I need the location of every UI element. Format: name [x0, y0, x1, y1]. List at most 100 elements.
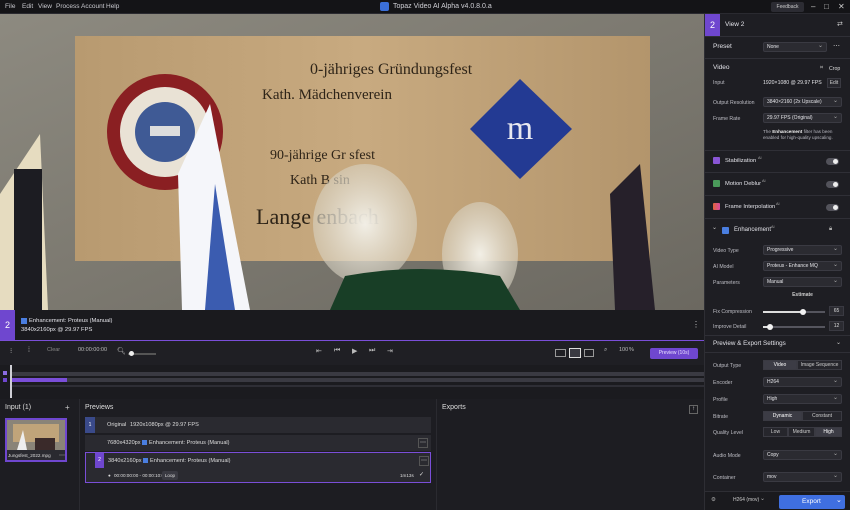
- collapse-export-icon[interactable]: ⌄: [836, 339, 841, 346]
- app-logo-icon: [380, 2, 389, 11]
- preview-row-2-menu-icon[interactable]: ⋯: [419, 456, 429, 466]
- preset-label: Preset: [713, 43, 732, 50]
- improve-detail-knob[interactable]: [767, 324, 774, 330]
- feedback-button[interactable]: Feedback: [771, 2, 804, 12]
- lock-icon[interactable]: 🔒︎: [829, 226, 832, 233]
- export-chevron-icon[interactable]: ⌄: [836, 496, 842, 504]
- go-to-end-icon[interactable]: ⇥: [387, 347, 393, 355]
- input-thumbnail[interactable]: Jungsfest_2022.mpg ⋯: [5, 418, 67, 462]
- stabilization-toggle[interactable]: [826, 158, 839, 165]
- zoom-icon[interactable]: 🔍︎: [117, 347, 126, 355]
- in-marker[interactable]: [3, 371, 7, 375]
- previous-frame-icon[interactable]: ⏮: [334, 347, 340, 355]
- mark-out-icon[interactable]: ⁞: [28, 347, 30, 354]
- original-row[interactable]: 1 Original 1920x1080px @ 29.97 FPS: [85, 417, 431, 433]
- audio-mode-select[interactable]: Copy: [763, 450, 842, 460]
- profile-select[interactable]: High: [763, 394, 842, 404]
- preview-row-2-res: 3840x2160px: [108, 458, 142, 464]
- encoder-label: Encoder: [713, 380, 733, 386]
- fix-compression-slider[interactable]: [763, 309, 825, 315]
- single-view-icon[interactable]: [569, 348, 581, 358]
- split-view-icon[interactable]: [555, 349, 566, 357]
- timeline-track[interactable]: [10, 378, 704, 382]
- divider: [705, 36, 850, 37]
- export-upload-icon[interactable]: ↑: [689, 405, 698, 414]
- note-bold: Enhancement: [772, 129, 803, 134]
- edit-input-button[interactable]: Edit: [827, 78, 841, 88]
- close-icon[interactable]: ✕: [838, 2, 845, 11]
- menu-file[interactable]: File: [5, 3, 15, 10]
- container-select[interactable]: mov: [763, 472, 842, 482]
- motion-deblur-toggle[interactable]: [826, 181, 839, 188]
- preview-button[interactable]: Preview (10s): [650, 348, 698, 359]
- ai-model-select[interactable]: Proteus - Enhance MQ: [763, 261, 842, 271]
- next-frame-icon[interactable]: ⏭: [369, 347, 375, 355]
- original-res: 1920x1080px @ 29.97 FPS: [130, 422, 199, 428]
- swap-view-icon[interactable]: ⇄: [837, 20, 843, 28]
- crop-button[interactable]: Crop: [829, 66, 840, 72]
- preset-select[interactable]: None: [763, 42, 827, 52]
- encoder-select[interactable]: H264: [763, 377, 842, 387]
- bitrate-dynamic[interactable]: Dynamic: [763, 411, 802, 421]
- preview-row-1-model: Enhancement: Proteus (Manual): [149, 440, 230, 446]
- zoom-value[interactable]: 100: [619, 347, 628, 353]
- menu-view[interactable]: View: [38, 3, 52, 10]
- maximize-icon[interactable]: □: [824, 2, 829, 11]
- input-menu-icon[interactable]: ⋯: [59, 452, 65, 459]
- loop-button[interactable]: Loop: [162, 471, 178, 480]
- mark-in-icon[interactable]: ⁝: [10, 347, 12, 355]
- improve-detail-value[interactable]: 12: [829, 321, 844, 331]
- quality-low[interactable]: Low: [763, 427, 788, 437]
- side-by-side-icon[interactable]: [584, 349, 594, 357]
- playhead[interactable]: [10, 365, 12, 398]
- fix-compression-label: Fix Compression: [713, 309, 752, 315]
- collapse-enhancement-icon[interactable]: ⌄: [712, 224, 717, 231]
- timeline-track-top[interactable]: [10, 372, 704, 376]
- fix-compression-knob[interactable]: [800, 309, 807, 315]
- output-resolution-select[interactable]: 3840×2160 (2x Upscale): [763, 97, 842, 107]
- menu-process[interactable]: Process: [56, 3, 79, 10]
- play-icon[interactable]: ▶: [352, 347, 357, 355]
- parameters-select[interactable]: Manual: [763, 277, 842, 287]
- improve-detail-slider[interactable]: [763, 324, 825, 330]
- timeline[interactable]: [0, 365, 704, 398]
- preview-row-1-res: 7680x4320px: [107, 440, 141, 446]
- estimate-button[interactable]: Estimate: [763, 290, 842, 300]
- preview-export-title: Preview & Export Settings: [713, 340, 786, 347]
- video-type-select[interactable]: Progressive: [763, 245, 842, 255]
- preview-row-1[interactable]: 7680x4320px Enhancement: Proteus (Manual…: [85, 435, 431, 451]
- fix-compression-value[interactable]: 65: [829, 306, 844, 316]
- preset-menu-icon[interactable]: ⋯: [833, 42, 840, 50]
- menu-edit[interactable]: Edit: [22, 3, 33, 10]
- export-bar: ⚙ H264 (mov) ⌄ Export ⌄: [705, 491, 850, 510]
- preview-row-1-menu-icon[interactable]: ⋯: [418, 438, 428, 448]
- bitrate-constant[interactable]: Constant: [802, 411, 842, 421]
- output-type-image-sequence[interactable]: Image Sequence: [797, 360, 842, 370]
- video-preview[interactable]: m 0-jähriges Gründungsfest Kath. Mädchen…: [0, 14, 704, 310]
- add-input-icon[interactable]: +: [65, 403, 70, 412]
- export-format-chevron-icon[interactable]: ⌄: [760, 495, 765, 502]
- frame-interpolation-toggle[interactable]: [826, 204, 839, 211]
- quality-high[interactable]: High: [815, 427, 842, 437]
- menu-help[interactable]: Help: [106, 3, 119, 10]
- more-options-icon[interactable]: ⋮: [692, 320, 700, 329]
- timeline-zoom-knob[interactable]: [129, 351, 134, 356]
- timecode[interactable]: 00:00:00:00: [78, 347, 107, 353]
- preview-row-2-number: 2: [95, 453, 104, 468]
- output-type-video[interactable]: Video: [763, 360, 797, 370]
- export-button[interactable]: Export ⌄: [779, 495, 845, 509]
- timeline-zoom-slider[interactable]: [128, 351, 156, 356]
- enhancement-note: The Enhancement filter has been enabled …: [763, 129, 847, 141]
- minimize-icon[interactable]: –: [811, 2, 815, 11]
- menu-account[interactable]: Account: [81, 3, 105, 10]
- divider: [705, 218, 850, 219]
- out-marker[interactable]: [3, 378, 7, 382]
- preview-row-2[interactable]: 2 3840x2160px Enhancement: Proteus (Manu…: [85, 452, 431, 483]
- export-format[interactable]: H264 (mov): [733, 497, 759, 503]
- go-to-start-icon[interactable]: ⇤: [316, 347, 322, 355]
- export-settings-icon[interactable]: ⚙: [711, 497, 716, 503]
- quality-medium[interactable]: Medium: [788, 427, 815, 437]
- clear-button[interactable]: Clear: [47, 347, 60, 353]
- frame-rate-select[interactable]: 29.97 FPS (Original): [763, 113, 842, 123]
- crop-icon[interactable]: ⌗: [820, 65, 823, 72]
